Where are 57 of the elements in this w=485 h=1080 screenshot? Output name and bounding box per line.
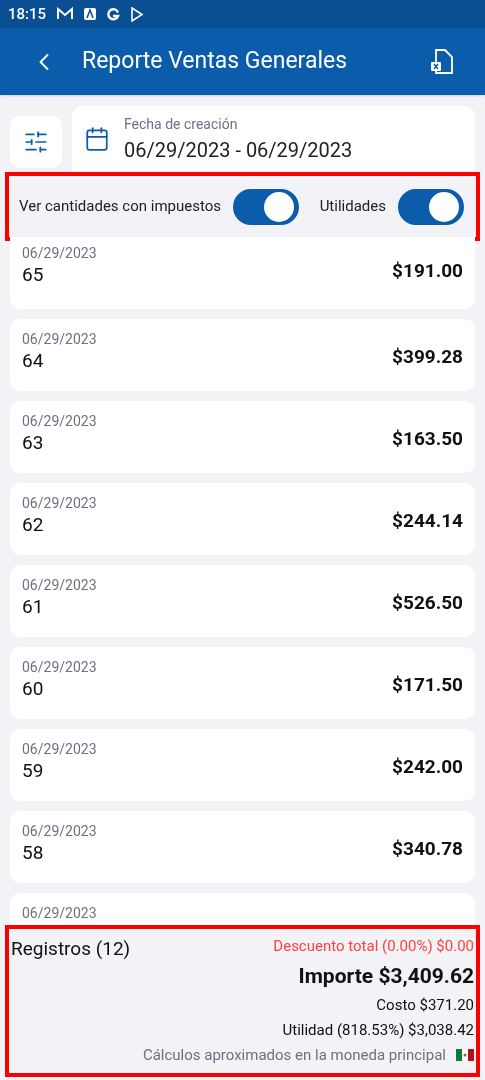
currency-note: Cálculos aproximados en la moneda principal — [142, 1045, 446, 1066]
sale-card[interactable]: 06/29/2023 — [10, 893, 475, 925]
sale-amount: $191.00 — [392, 258, 463, 284]
sale-number: 61 — [22, 594, 45, 619]
sale-number: 59 — [22, 758, 45, 783]
sale-number: 65 — [22, 262, 45, 287]
field-value: 06/29/2023 - 06/29/2023 — [124, 136, 353, 164]
records-count: Registros (12) — [11, 936, 131, 962]
toggle-label: Ver cantidades con impuestos — [19, 196, 221, 218]
filter-button[interactable] — [10, 116, 62, 168]
discount-total: Descuento total (0.00%) $0.00 — [273, 936, 474, 957]
toggle-switch[interactable] — [398, 188, 464, 225]
import-total: Importe $3,409.62 — [298, 962, 474, 990]
app-icon — [84, 8, 97, 20]
sale-card[interactable]: 06/29/2023 65 $191.00 — [10, 237, 475, 309]
sale-amount: $340.78 — [392, 836, 463, 862]
profit-total: Utilidad (818.53%) $3,038.42 — [282, 1019, 474, 1041]
sale-date: 06/29/2023 — [22, 577, 97, 595]
g-icon — [106, 7, 121, 21]
sale-date: 06/29/2023 — [22, 495, 97, 513]
toggle-label: Utilidades — [319, 196, 386, 218]
sale-card[interactable]: 06/29/2023 63 $163.50 — [10, 401, 475, 473]
calendar-icon — [84, 126, 110, 152]
sale-number: 58 — [22, 840, 45, 865]
sale-number: 63 — [22, 430, 45, 455]
sale-date: 06/29/2023 — [22, 741, 97, 759]
sale-card[interactable]: 06/29/2023 58 $340.78 — [10, 811, 475, 883]
sale-amount: $244.14 — [392, 508, 463, 534]
page-title: Reporte Ventas Generales — [82, 46, 349, 77]
sale-date: 06/29/2023 — [22, 331, 97, 349]
sale-card[interactable]: 06/29/2023 64 $399.28 — [10, 319, 475, 391]
sale-number: 64 — [22, 348, 45, 373]
sale-date: 06/29/2023 — [22, 659, 97, 677]
cost-total: Costo $371.20 — [376, 995, 474, 1016]
sale-amount: $242.00 — [392, 754, 463, 780]
clock: 18:15 — [8, 3, 47, 25]
sale-card[interactable]: 06/29/2023 61 $526.50 — [10, 565, 475, 637]
sale-date: 06/29/2023 — [22, 245, 97, 263]
sale-amount: $163.50 — [392, 426, 463, 452]
toggle-switch[interactable] — [233, 188, 299, 225]
sale-date: 06/29/2023 — [22, 823, 97, 841]
flag-icon — [456, 1049, 474, 1062]
sale-date: 06/29/2023 — [22, 905, 97, 923]
play-icon — [130, 6, 145, 22]
sale-number: 60 — [22, 676, 45, 701]
sale-card[interactable]: 06/29/2023 60 $171.50 — [10, 647, 475, 719]
sale-amount: $171.50 — [392, 672, 463, 698]
sale-number: 62 — [22, 512, 45, 537]
sale-amount: $399.28 — [392, 344, 463, 370]
sale-card[interactable]: 06/29/2023 62 $244.14 — [10, 483, 475, 555]
sale-date: 06/29/2023 — [22, 413, 97, 431]
field-label: Fecha de creación — [124, 114, 239, 134]
filter-icon — [23, 129, 49, 155]
sale-amount: $526.50 — [392, 590, 463, 616]
date-range-field[interactable]: Fecha de creación 06/29/2023 - 06/29/2023 — [72, 106, 475, 172]
mail-icon — [56, 7, 75, 21]
sale-card[interactable]: 06/29/2023 59 $242.00 — [10, 729, 475, 801]
